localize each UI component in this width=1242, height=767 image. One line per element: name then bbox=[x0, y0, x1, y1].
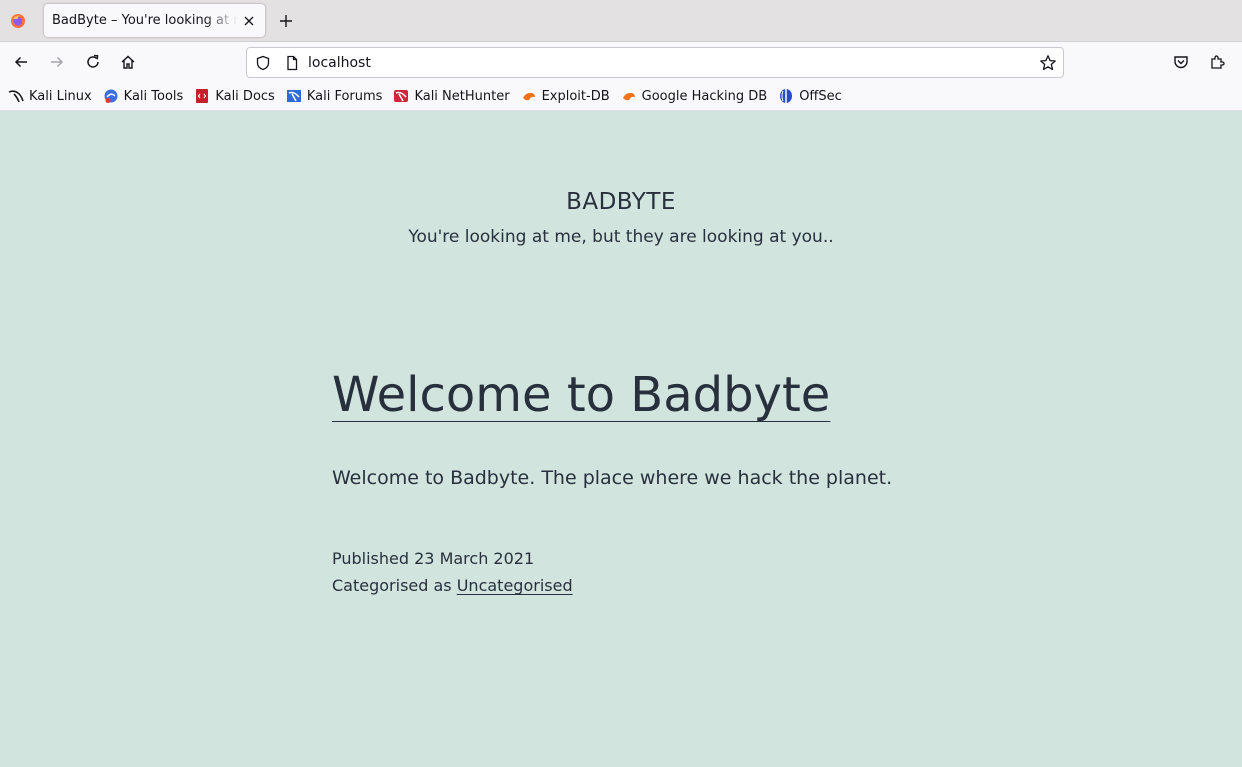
extensions-icon[interactable] bbox=[1205, 50, 1229, 74]
site-description: You're looking at me, but they are looki… bbox=[408, 227, 834, 247]
bookmark-label: Kali Docs bbox=[215, 88, 275, 104]
bookmark-label: Google Hacking DB bbox=[641, 88, 768, 104]
post-published-date: Published 23 March 2021 bbox=[332, 549, 535, 568]
bookmark-google-hacking-db[interactable]: Google Hacking DB bbox=[621, 85, 768, 107]
page-info-icon[interactable] bbox=[284, 55, 300, 71]
navigation-toolbar: localhost bbox=[0, 42, 1242, 82]
tab-title: BadByte – You're looking at me, but they… bbox=[52, 13, 238, 28]
offsec-icon bbox=[778, 88, 794, 104]
reload-icon[interactable] bbox=[81, 50, 105, 74]
site-title[interactable]: BADBYTE bbox=[0, 189, 1242, 215]
close-tab-icon[interactable] bbox=[241, 13, 257, 29]
kali-forums-icon bbox=[286, 88, 302, 104]
category-link[interactable]: Uncategorised bbox=[457, 576, 573, 595]
post-body: Welcome to Badbyte. The place where we h… bbox=[332, 467, 893, 489]
post-title-link[interactable]: Welcome to Badbyte bbox=[332, 367, 830, 425]
bookmark-kali-docs[interactable]: Kali Docs bbox=[194, 85, 275, 107]
tab-strip: BadByte – You're looking at me, but they… bbox=[0, 0, 1242, 42]
bookmark-kali-tools[interactable]: Kali Tools bbox=[103, 85, 184, 107]
kali-tools-icon bbox=[103, 88, 119, 104]
home-icon[interactable] bbox=[116, 50, 140, 74]
bookmark-exploit-db[interactable]: Exploit-DB bbox=[521, 85, 610, 107]
page-content: BADBYTE You're looking at me, but they a… bbox=[0, 111, 1242, 767]
bookmark-label: Kali Forums bbox=[306, 88, 383, 104]
bookmark-label: Kali Tools bbox=[123, 88, 184, 104]
kali-dragon-icon bbox=[8, 88, 24, 104]
kali-nethunter-icon bbox=[393, 88, 409, 104]
bookmark-kali-nethunter[interactable]: Kali NetHunter bbox=[393, 85, 510, 107]
bookmark-label: Kali Linux bbox=[29, 88, 92, 104]
bookmark-star-icon[interactable] bbox=[1039, 54, 1057, 72]
bookmark-offsec[interactable]: OffSec bbox=[778, 85, 842, 107]
forward-arrow-icon[interactable] bbox=[45, 50, 69, 74]
exploit-db-icon bbox=[521, 88, 537, 104]
tab-active[interactable]: BadByte – You're looking at me, but they… bbox=[44, 4, 265, 37]
bookmarks-toolbar: Kali Linux Kali Tools Kali Docs Kali For… bbox=[0, 82, 1242, 111]
url-text[interactable]: localhost bbox=[308, 55, 371, 71]
post-category-line: Categorised as Uncategorised bbox=[332, 576, 573, 595]
address-bar[interactable]: localhost bbox=[246, 47, 1064, 78]
bookmark-label: OffSec bbox=[799, 88, 842, 104]
bookmark-label: Exploit-DB bbox=[541, 88, 610, 104]
bookmark-label: Kali NetHunter bbox=[414, 88, 510, 104]
bookmark-kali-forums[interactable]: Kali Forums bbox=[286, 85, 383, 107]
firefox-menu-icon[interactable] bbox=[0, 0, 36, 41]
ghdb-icon bbox=[621, 88, 637, 104]
category-prefix: Categorised as bbox=[332, 576, 457, 595]
kali-docs-icon bbox=[194, 88, 210, 104]
pocket-icon[interactable] bbox=[1169, 50, 1193, 74]
tracking-protection-shield-icon[interactable] bbox=[255, 55, 271, 71]
bookmark-kali-linux[interactable]: Kali Linux bbox=[8, 85, 92, 107]
new-tab-icon[interactable] bbox=[276, 11, 296, 31]
back-arrow-icon[interactable] bbox=[9, 50, 33, 74]
